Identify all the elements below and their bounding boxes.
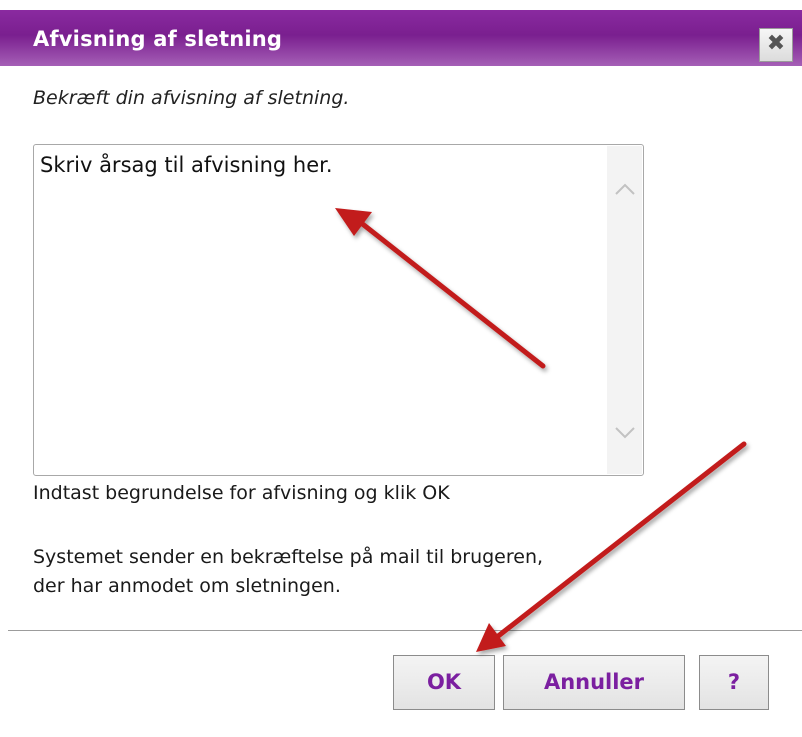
ok-button[interactable]: OK (393, 655, 495, 710)
close-icon: ✖ (766, 31, 786, 56)
textarea-scrollbar[interactable] (607, 146, 642, 474)
cancel-button[interactable]: Annuller (503, 655, 685, 710)
divider (8, 630, 802, 631)
reason-text: Skriv årsag til afvisning her. (40, 153, 333, 177)
info-line-1: Systemet sender en bekræftelse på mail t… (33, 546, 544, 568)
chevron-down-icon[interactable] (607, 418, 642, 448)
dialog-title: Afvisning af sletning (33, 27, 283, 51)
close-button[interactable]: ✖ (759, 28, 793, 62)
info-text: Systemet sender en bekræftelse på mail t… (33, 543, 773, 601)
dialog-title-bar: Afvisning af sletning ✖ (0, 10, 802, 66)
chevron-up-icon[interactable] (607, 174, 642, 204)
reason-textarea[interactable]: Skriv årsag til afvisning her. (33, 144, 644, 476)
confirm-text: Bekræft din afvisning af sletning. (33, 87, 350, 109)
info-line-2: der har anmodet om sletningen. (33, 575, 341, 597)
help-button[interactable]: ? (699, 655, 769, 710)
hint-text: Indtast begrundelse for afvisning og kli… (33, 482, 450, 504)
